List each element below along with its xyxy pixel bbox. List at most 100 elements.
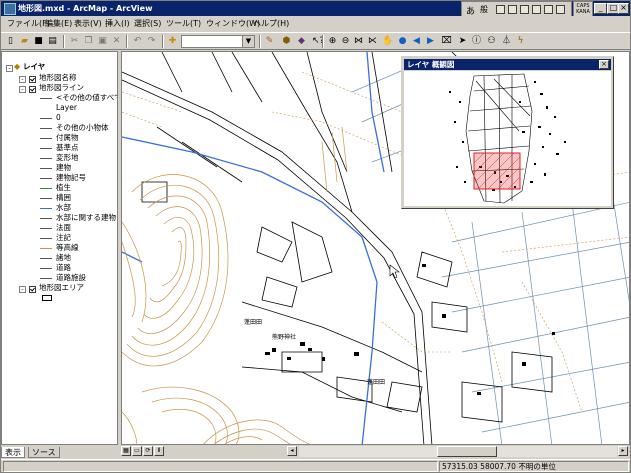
add-data-icon[interactable]: ✚ xyxy=(167,36,178,47)
layer-visibility-checkbox[interactable] xyxy=(29,286,36,293)
kana-label: KANA xyxy=(576,9,590,15)
scroll-left-icon[interactable]: ◂ xyxy=(287,446,297,456)
cut-icon[interactable]: ✂ xyxy=(69,36,80,47)
menu-help[interactable]: ヘルプ(H) xyxy=(253,18,289,29)
editor-toolbar-icon[interactable]: ✎ xyxy=(264,36,275,47)
legend-symbol xyxy=(40,98,52,99)
map-label: 蓬田田 xyxy=(244,318,262,326)
overview-close-button[interactable]: × xyxy=(599,60,609,69)
legend-heading: Layer xyxy=(56,103,77,112)
legend-item: 0 xyxy=(56,113,61,122)
standard-toolbar: ▯ ▰ ■ ▤ ✂ ❐ ▣ ✕ ↶ ↷ ✚ ▼ ✎ ⬢ ◆ ↖? ⊕ ⊖ ⋈ ⋉… xyxy=(1,32,630,50)
toc-layer-line[interactable]: 地形図ライン xyxy=(39,83,84,93)
new-document-icon[interactable]: ▯ xyxy=(5,36,16,47)
measure-icon[interactable]: ⏃ xyxy=(501,36,512,47)
identify-icon[interactable]: ⓘ xyxy=(471,36,482,47)
ime-tool-icon[interactable] xyxy=(520,5,529,14)
save-icon[interactable]: ■ xyxy=(33,36,44,47)
overview-title: レイヤ 概観図 xyxy=(407,60,455,69)
ime-kanji[interactable]: 般 xyxy=(480,4,488,15)
close-button[interactable]: × xyxy=(618,3,629,14)
scroll-right-icon[interactable]: ▸ xyxy=(618,446,628,456)
legend-symbol xyxy=(40,158,52,159)
collapse-icon[interactable]: - xyxy=(19,76,26,83)
mouse-cursor-icon xyxy=(389,264,400,279)
ime-dictionary-icon[interactable] xyxy=(508,5,517,14)
ime-help-icon[interactable] xyxy=(544,5,553,14)
legend-symbol xyxy=(40,228,52,229)
hyperlink-icon[interactable]: ϟ xyxy=(515,36,526,47)
tab-display[interactable]: 表示 xyxy=(1,447,25,458)
overview-window[interactable]: レイヤ 概観図 × xyxy=(401,56,614,209)
overview-map-graphic[interactable] xyxy=(404,71,611,206)
ime-options-icon[interactable] xyxy=(556,5,565,14)
status-message xyxy=(3,461,438,472)
menu-view[interactable]: 表示(V) xyxy=(74,18,102,29)
pause-drawing-icon[interactable]: Ⅱ xyxy=(154,446,164,456)
full-extent-globe-icon[interactable]: ● xyxy=(397,36,408,47)
fixed-zoom-out-icon[interactable]: ⋉ xyxy=(367,36,378,47)
ime-toolbar[interactable]: あ 般 xyxy=(461,1,572,17)
menu-bar: ファイル(F) 編集(E) 表示(V) 挿入(I) 選択(S) ツール(T) ウ… xyxy=(1,16,630,32)
collapse-icon[interactable]: - xyxy=(19,286,26,293)
delete-icon[interactable]: ✕ xyxy=(111,36,122,47)
layers-icon: ◆ xyxy=(14,62,21,71)
print-icon[interactable]: ▤ xyxy=(47,36,58,47)
collapse-icon[interactable]: - xyxy=(19,86,26,93)
menu-select[interactable]: 選択(S) xyxy=(134,18,161,29)
ime-properties-icon[interactable] xyxy=(532,5,541,14)
legend-item: 水部 xyxy=(56,203,71,212)
minimize-button[interactable]: _ xyxy=(594,3,607,14)
overview-map[interactable] xyxy=(404,71,611,206)
pan-hand-icon[interactable]: ✋ xyxy=(382,36,393,47)
toc-root-label[interactable]: レイヤ xyxy=(23,62,45,72)
legend-symbol xyxy=(40,208,52,209)
legend-item: 道路施設 xyxy=(56,273,86,282)
legend-item: 水部に関する建物 xyxy=(56,213,116,222)
select-elements-icon[interactable]: ⌧ xyxy=(441,36,452,47)
paste-icon[interactable]: ▣ xyxy=(97,36,108,47)
zoom-in-icon[interactable]: ⊕ xyxy=(327,36,338,47)
tab-source[interactable]: ソース xyxy=(28,447,60,458)
redo-icon[interactable]: ↷ xyxy=(146,36,157,47)
map-view-toolbar: ▦ ▭ ⟳ Ⅱ ◂ ▸ xyxy=(121,445,630,458)
polygon-symbol xyxy=(42,295,52,301)
title-bar[interactable]: 地形図.mxd - ArcMap - ArcView あ 般 CAPS KANA… xyxy=(1,1,630,17)
fixed-zoom-in-icon[interactable]: ⋈ xyxy=(353,36,364,47)
catalog-icon[interactable]: ⬢ xyxy=(281,36,292,47)
copy-icon[interactable]: ❐ xyxy=(83,36,94,47)
menu-file[interactable]: ファイル(F) xyxy=(7,18,50,29)
zoom-out-icon[interactable]: ⊖ xyxy=(340,36,351,47)
undo-icon[interactable]: ↶ xyxy=(132,36,143,47)
toolbox-icon[interactable]: ◆ xyxy=(296,36,307,47)
data-view-icon[interactable]: ▦ xyxy=(121,446,131,456)
layout-view-icon[interactable]: ▭ xyxy=(132,446,142,456)
find-binoculars-icon[interactable]: ⚇ xyxy=(486,36,497,47)
legend-symbol xyxy=(40,118,52,119)
layer-visibility-checkbox[interactable] xyxy=(29,76,36,83)
toc-layer-area[interactable]: 地形図エリア xyxy=(39,283,84,293)
toc-layer-name[interactable]: 地形図名称 xyxy=(39,73,77,83)
legend-item: 諸地 xyxy=(56,253,71,262)
back-arrow-icon[interactable]: ◀ xyxy=(411,36,422,47)
layer-visibility-checkbox[interactable] xyxy=(29,86,36,93)
coordinate-readout: 57315.03 58007.70 不明の単位 xyxy=(439,461,629,472)
map-scale-combo[interactable]: ▼ xyxy=(181,35,255,48)
refresh-icon[interactable]: ⟳ xyxy=(143,446,153,456)
app-icon xyxy=(4,3,16,15)
horizontal-scrollbar[interactable] xyxy=(299,446,617,457)
ime-pad-icon[interactable] xyxy=(496,5,505,14)
forward-arrow-icon[interactable]: ▶ xyxy=(425,36,436,47)
overview-title-bar[interactable]: レイヤ 概観図 × xyxy=(404,59,611,70)
menu-tools[interactable]: ツール(T) xyxy=(166,18,201,29)
scrollbar-thumb[interactable] xyxy=(437,446,497,457)
chevron-down-icon[interactable]: ▼ xyxy=(242,36,254,47)
legend-item: 建物記号 xyxy=(56,173,86,182)
legend-symbol xyxy=(40,168,52,169)
select-features-icon[interactable]: ➤ xyxy=(457,36,468,47)
menu-insert[interactable]: 挿入(I) xyxy=(105,18,130,29)
legend-symbol xyxy=(40,268,52,269)
open-folder-icon[interactable]: ▰ xyxy=(19,36,30,47)
collapse-icon[interactable]: - xyxy=(6,65,13,72)
menu-edit[interactable]: 編集(E) xyxy=(45,18,72,29)
